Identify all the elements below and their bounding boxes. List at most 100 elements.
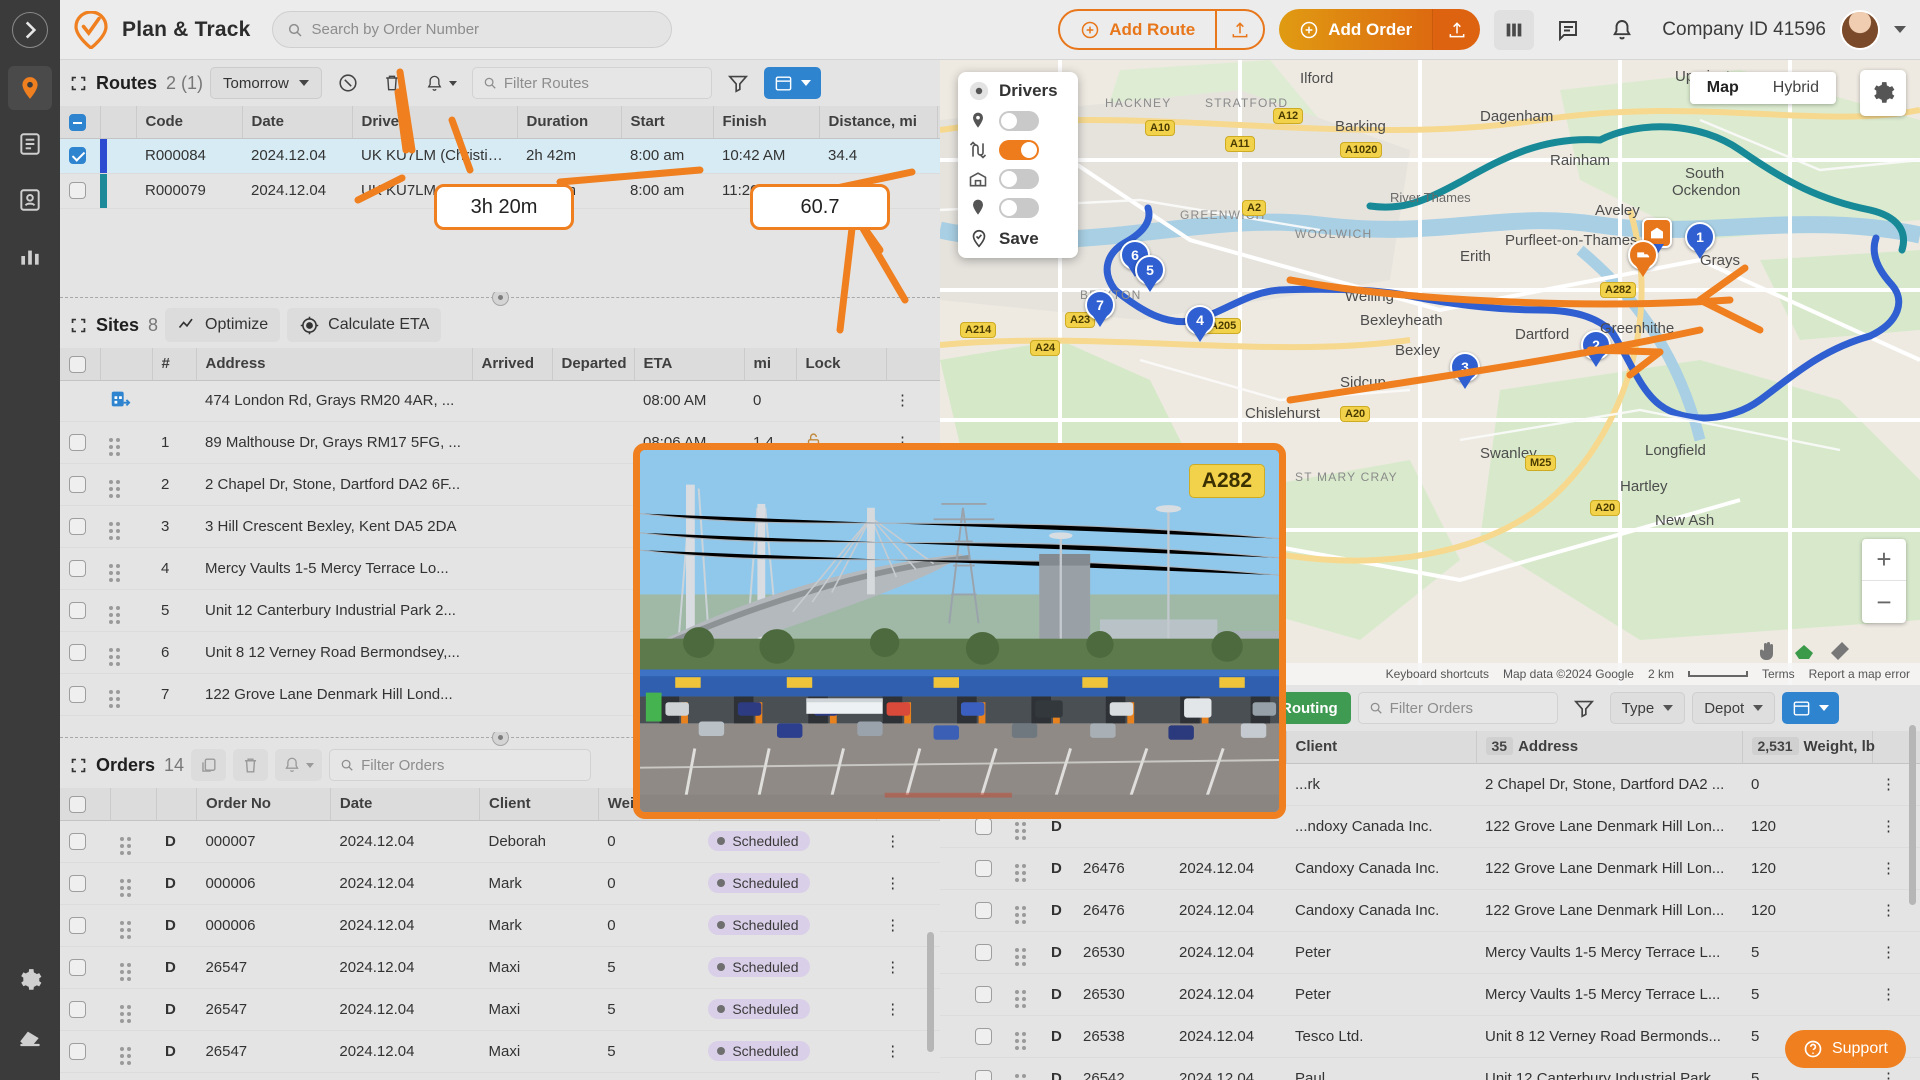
select-all-checkbox[interactable] [69, 355, 86, 373]
col-eta[interactable]: ETA [634, 348, 745, 381]
cell-order-no[interactable]: 26538 [1074, 1015, 1170, 1058]
row-menu-button[interactable]: ⋮ [876, 862, 940, 905]
routes-select-all-cell[interactable] [60, 106, 101, 139]
select-all-checkbox[interactable] [69, 795, 86, 813]
expand-icon[interactable] [70, 757, 87, 774]
row-drag-cell[interactable] [100, 505, 152, 548]
col-date[interactable]: Date [242, 106, 353, 139]
map-truck-pin[interactable] [1628, 240, 1658, 280]
row-checkbox-cell[interactable] [60, 463, 100, 506]
row-checkbox-cell[interactable] [60, 988, 111, 1031]
table-row[interactable]: D265472024.12.04Maxi5Scheduled⋮ [60, 988, 940, 1031]
support-button[interactable]: Support [1784, 1030, 1906, 1068]
sidebar-item-orders[interactable] [8, 122, 52, 166]
col-lock[interactable]: Lock [796, 348, 887, 381]
add-order-button[interactable]: Add Order [1279, 9, 1433, 50]
row-checkbox-cell[interactable] [60, 421, 100, 464]
drag-handle-icon[interactable] [109, 647, 120, 666]
type-dropdown[interactable]: Type [1609, 692, 1686, 724]
col-date[interactable]: Date [330, 788, 480, 821]
columns-button[interactable] [1494, 9, 1535, 50]
row-checkbox[interactable] [69, 601, 86, 619]
row-drag-cell[interactable] [1006, 889, 1042, 932]
col-order-no[interactable]: Order No [196, 788, 331, 821]
table-row[interactable]: D265472024.12.04Maxi5Scheduled⋮ [60, 1072, 940, 1080]
drag-handle-icon[interactable] [119, 836, 131, 855]
cell-order-no[interactable]: 26547 [196, 946, 331, 989]
map-stop-pin-7[interactable]: 7 [1085, 290, 1115, 330]
row-drag-cell[interactable] [100, 673, 152, 716]
depot-dropdown[interactable]: Depot [1692, 692, 1776, 724]
row-drag-cell[interactable] [1006, 847, 1042, 890]
expand-icon[interactable] [70, 317, 87, 334]
drag-handle-icon[interactable] [1015, 863, 1026, 882]
drag-handle-icon[interactable] [1015, 905, 1026, 924]
row-checkbox[interactable] [69, 685, 86, 703]
col-driver[interactable]: Driver [352, 106, 518, 139]
drag-handle-icon[interactable] [1015, 1073, 1026, 1080]
row-checkbox-cell[interactable] [60, 138, 100, 174]
table-row[interactable]: D 000007 2024.12.04 Deborah 0 Scheduled ⋮ [60, 820, 940, 863]
ruler-icon[interactable] [1828, 639, 1852, 663]
routes-filter-input[interactable]: Filter Routes [471, 67, 712, 99]
map-stop-pin-4[interactable]: 4 [1185, 305, 1215, 345]
drag-handle-icon[interactable] [109, 521, 120, 540]
calculate-eta-button[interactable]: Calculate ETA [287, 308, 442, 342]
drag-handle-icon[interactable] [1015, 989, 1026, 1008]
col-arrived[interactable]: Arrived [472, 348, 553, 381]
sites-select-all-cell[interactable] [60, 348, 101, 381]
cell-order-no[interactable]: 000006 [196, 862, 331, 905]
col-distance[interactable]: Distance, mi [819, 106, 938, 139]
row-menu-button[interactable]: ⋮ [876, 820, 940, 863]
row-drag-cell[interactable] [110, 820, 157, 863]
row-checkbox-cell[interactable] [60, 820, 111, 863]
row-checkbox[interactable] [69, 517, 86, 535]
table-row[interactable]: D265472024.12.04Maxi5Scheduled⋮ [60, 1030, 940, 1073]
delete-orders-button[interactable] [233, 749, 269, 781]
col-finish[interactable]: Finish [713, 106, 820, 139]
map-stop-pin-2[interactable]: 2 [1581, 330, 1611, 370]
cell-order-no[interactable]: 000006 [196, 904, 331, 947]
row-drag-cell[interactable] [1006, 1057, 1042, 1080]
row-checkbox[interactable] [69, 147, 86, 165]
table-row[interactable]: D 26542 2024.12.04 Paul Unit 12 Canterbury I… [940, 1057, 1920, 1080]
map-keyboard-shortcuts[interactable]: Keyboard shortcuts [1386, 667, 1489, 681]
row-checkbox-cell[interactable] [966, 931, 1006, 974]
row-checkbox-cell[interactable] [966, 973, 1006, 1016]
route-alerts-button[interactable] [417, 67, 465, 99]
sidebar-item-routes[interactable] [8, 66, 52, 110]
row-checkbox[interactable] [975, 985, 992, 1003]
cell-order-no[interactable]: 26476 [1074, 889, 1170, 932]
drag-handle-icon[interactable] [109, 689, 120, 708]
notifications-button[interactable] [1602, 10, 1642, 50]
cell-order-no[interactable]: 26476 [1074, 847, 1170, 890]
map-type-map[interactable]: Map [1689, 72, 1756, 104]
pin-toggle[interactable] [999, 111, 1039, 131]
route-toggle[interactable] [999, 140, 1039, 160]
row-checkbox-cell[interactable] [60, 380, 100, 422]
table-row[interactable]: D 26476 2024.12.04 Candoxy Canada Inc. 122 G… [940, 847, 1920, 890]
row-checkbox[interactable] [975, 943, 992, 961]
routes-filter-icon-button[interactable] [719, 67, 757, 99]
cell-order-no[interactable]: 26530 [1074, 973, 1170, 1016]
polygon-tool-icon[interactable] [1792, 639, 1816, 663]
row-drag-cell[interactable] [1006, 931, 1042, 974]
cell-order-no[interactable]: 26530 [1074, 931, 1170, 974]
cell-order-no[interactable]: 26542 [1074, 1057, 1170, 1080]
sidebar-collapse-toggle[interactable] [12, 12, 48, 48]
table-row[interactable]: D 26530 2024.12.04 Peter Mercy Vaults 1-5 Me… [940, 973, 1920, 1016]
sidebar-item-theme[interactable] [8, 1014, 52, 1058]
chevron-down-icon[interactable] [1894, 26, 1906, 33]
unassign-button[interactable] [329, 67, 367, 99]
orders-right-filter-input[interactable]: Filter Orders [1357, 692, 1558, 724]
row-checkbox-cell[interactable] [60, 946, 111, 989]
drag-handle-icon[interactable] [1015, 1031, 1026, 1050]
optimize-button[interactable]: Optimize [165, 308, 281, 342]
routes-view-options-button[interactable] [763, 67, 821, 99]
row-checkbox[interactable] [69, 475, 86, 493]
row-checkbox-cell[interactable] [60, 547, 100, 590]
row-checkbox-cell[interactable] [60, 862, 111, 905]
row-drag-cell[interactable] [100, 547, 152, 590]
row-drag-cell[interactable] [110, 988, 157, 1031]
expand-icon[interactable] [70, 75, 87, 92]
